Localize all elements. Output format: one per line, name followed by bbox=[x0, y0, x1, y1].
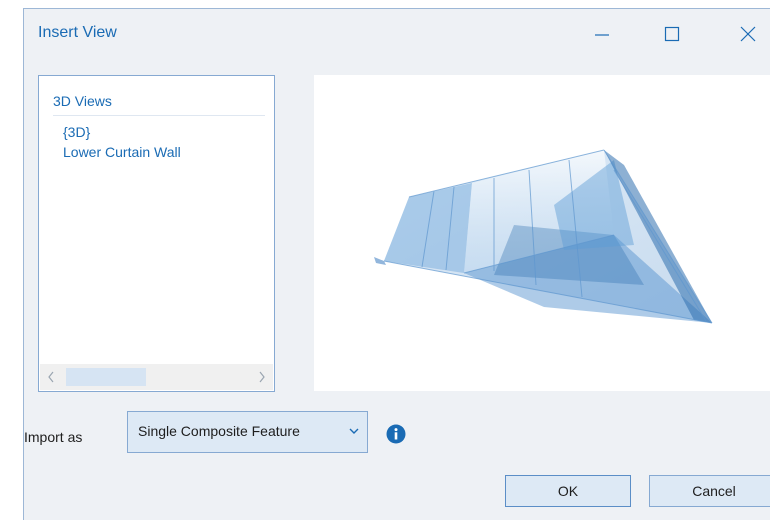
minimize-icon bbox=[595, 34, 609, 36]
chevron-down-icon bbox=[349, 428, 359, 434]
chevron-left-icon bbox=[48, 371, 54, 383]
close-icon bbox=[740, 26, 756, 42]
horizontal-scrollbar[interactable] bbox=[40, 364, 273, 390]
import-as-selected-value: Single Composite Feature bbox=[138, 423, 300, 439]
insert-view-dialog: Insert View 3D Views {3D} Lower Curtain … bbox=[23, 8, 770, 520]
view-list[interactable]: 3D Views {3D} Lower Curtain Wall bbox=[38, 75, 275, 392]
maximize-button[interactable] bbox=[654, 17, 690, 51]
scroll-left-button[interactable] bbox=[40, 364, 62, 390]
import-as-dropdown[interactable]: Single Composite Feature bbox=[127, 411, 368, 453]
maximize-icon bbox=[664, 26, 680, 42]
import-as-label: Import as bbox=[24, 429, 83, 445]
info-button[interactable] bbox=[386, 424, 406, 444]
view-list-header: 3D Views bbox=[53, 93, 265, 116]
list-item[interactable]: {3D} bbox=[63, 124, 90, 140]
title-bar: Insert View bbox=[24, 9, 770, 59]
minimize-button[interactable] bbox=[584, 17, 620, 51]
ok-button[interactable]: OK bbox=[505, 475, 631, 507]
list-item[interactable]: Lower Curtain Wall bbox=[63, 144, 181, 160]
curtain-wall-preview-image bbox=[374, 149, 713, 324]
close-button[interactable] bbox=[730, 17, 766, 51]
view-preview bbox=[314, 75, 770, 391]
info-icon bbox=[386, 424, 406, 444]
scroll-right-button[interactable] bbox=[251, 364, 273, 390]
cancel-button[interactable]: Cancel bbox=[649, 475, 770, 507]
chevron-right-icon bbox=[259, 371, 265, 383]
scrollbar-thumb[interactable] bbox=[66, 368, 146, 386]
dialog-title: Insert View bbox=[38, 24, 117, 41]
